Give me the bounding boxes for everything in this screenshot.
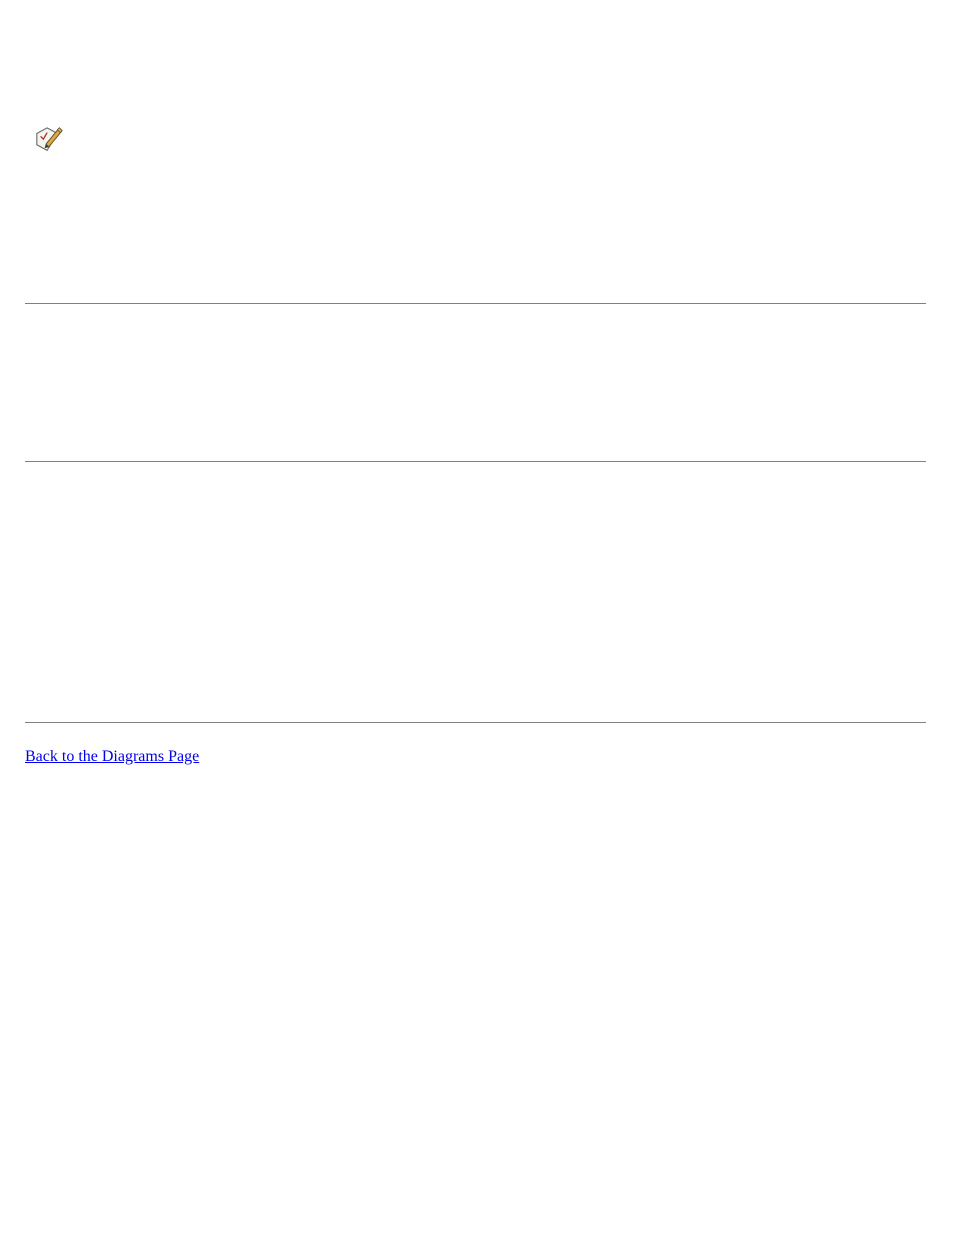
divider-3 (25, 722, 926, 723)
back-to-diagrams-link[interactable]: Back to the Diagrams Page (25, 748, 199, 766)
edit-icon (34, 126, 64, 156)
divider-2 (25, 461, 926, 462)
page-container: Back to the Diagrams Page (0, 0, 954, 1235)
divider-1 (25, 303, 926, 304)
